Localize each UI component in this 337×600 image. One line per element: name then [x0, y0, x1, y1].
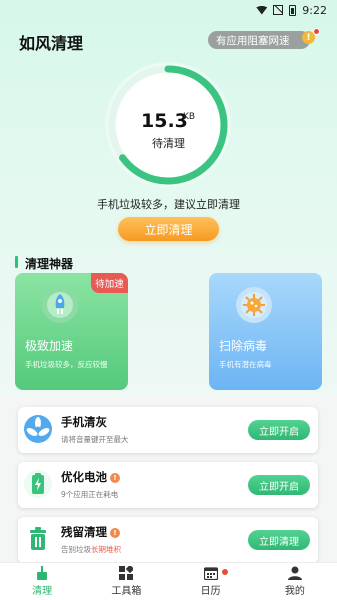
tab-clean[interactable]: 清理: [0, 563, 84, 600]
tab-calendar[interactable]: 日历: [169, 563, 253, 600]
pending-badge: 待加速: [91, 273, 128, 293]
dust-clean-button[interactable]: 立即开启: [248, 420, 310, 440]
boost-card-title: 极致加速: [25, 339, 74, 353]
antivirus-card-title: 扫除病毒: [219, 339, 268, 353]
status-bar: 9:22: [0, 0, 337, 20]
residual-clean-title: 残留清理!: [61, 524, 120, 540]
info-icon: !: [110, 528, 120, 538]
battery-subtitle: 9个应用正在耗电: [61, 490, 119, 499]
tab-profile[interactable]: 我的: [253, 563, 337, 600]
fan-icon: [23, 414, 53, 444]
profile-icon: [287, 566, 302, 580]
list-item-battery[interactable]: 优化电池! 9个应用正在耗电 立即开启: [18, 462, 318, 508]
list-item-dust-clean[interactable]: 手机清灰 请将音量键开至最大 立即开启: [18, 407, 318, 453]
junk-size-value: 15.3: [141, 110, 188, 132]
list-item-residual-clean[interactable]: 残留清理! 告别垃圾长期堆积 立即清理: [18, 517, 318, 563]
section-title: 清理神器: [25, 257, 74, 271]
boost-card-subtitle: 手机垃圾较多，反应较慢: [25, 360, 108, 369]
junk-size-unit: KB: [183, 112, 196, 122]
boost-card[interactable]: 待加速 极致加速 手机垃圾较多，反应较慢: [15, 273, 128, 390]
status-time: 9:22: [302, 3, 327, 17]
calendar-icon: [203, 567, 218, 580]
bottom-tab-bar: 清理 工具箱 日历 我的: [0, 562, 337, 600]
broom-icon: [37, 566, 48, 580]
section-accent: [15, 256, 18, 268]
tab-label: 清理: [32, 586, 53, 597]
antivirus-card[interactable]: 扫除病毒 手机有潜在病毒: [209, 273, 322, 390]
clean-now-button[interactable]: 立即清理: [118, 217, 219, 241]
notification-dot: [221, 569, 228, 575]
tab-toolbox[interactable]: 工具箱: [84, 563, 168, 600]
residual-clean-button[interactable]: 立即清理: [248, 530, 310, 550]
tab-label: 日历: [200, 586, 221, 597]
battery-title: 优化电池!: [61, 469, 120, 485]
advice-text: 手机垃圾较多，建议立即清理: [97, 198, 240, 211]
dust-clean-subtitle: 请将音量键开至最大: [61, 435, 129, 444]
battery-status-icon: [289, 4, 297, 16]
toolbox-icon: [119, 566, 134, 580]
tab-label: 我的: [284, 586, 305, 597]
tab-label: 工具箱: [111, 586, 142, 597]
info-icon: !: [110, 473, 120, 483]
wifi-icon: [256, 5, 268, 15]
dust-clean-title: 手机清灰: [61, 415, 107, 429]
rocket-icon: [42, 287, 78, 323]
antivirus-card-subtitle: 手机有潜在病毒: [219, 360, 272, 369]
network-block-pill[interactable]: 有应用阻塞网速: [208, 31, 310, 49]
virus-icon: [236, 287, 272, 323]
trash-icon: [23, 524, 53, 554]
residual-clean-subtitle: 告别垃圾长期堆积: [61, 545, 121, 554]
app-title: 如风清理: [19, 34, 84, 53]
battery-icon: [23, 469, 53, 499]
battery-optimize-button[interactable]: 立即开启: [248, 475, 310, 495]
junk-label: 待清理: [152, 137, 185, 150]
signal-icon: [273, 5, 284, 15]
notification-dot: [313, 28, 320, 35]
